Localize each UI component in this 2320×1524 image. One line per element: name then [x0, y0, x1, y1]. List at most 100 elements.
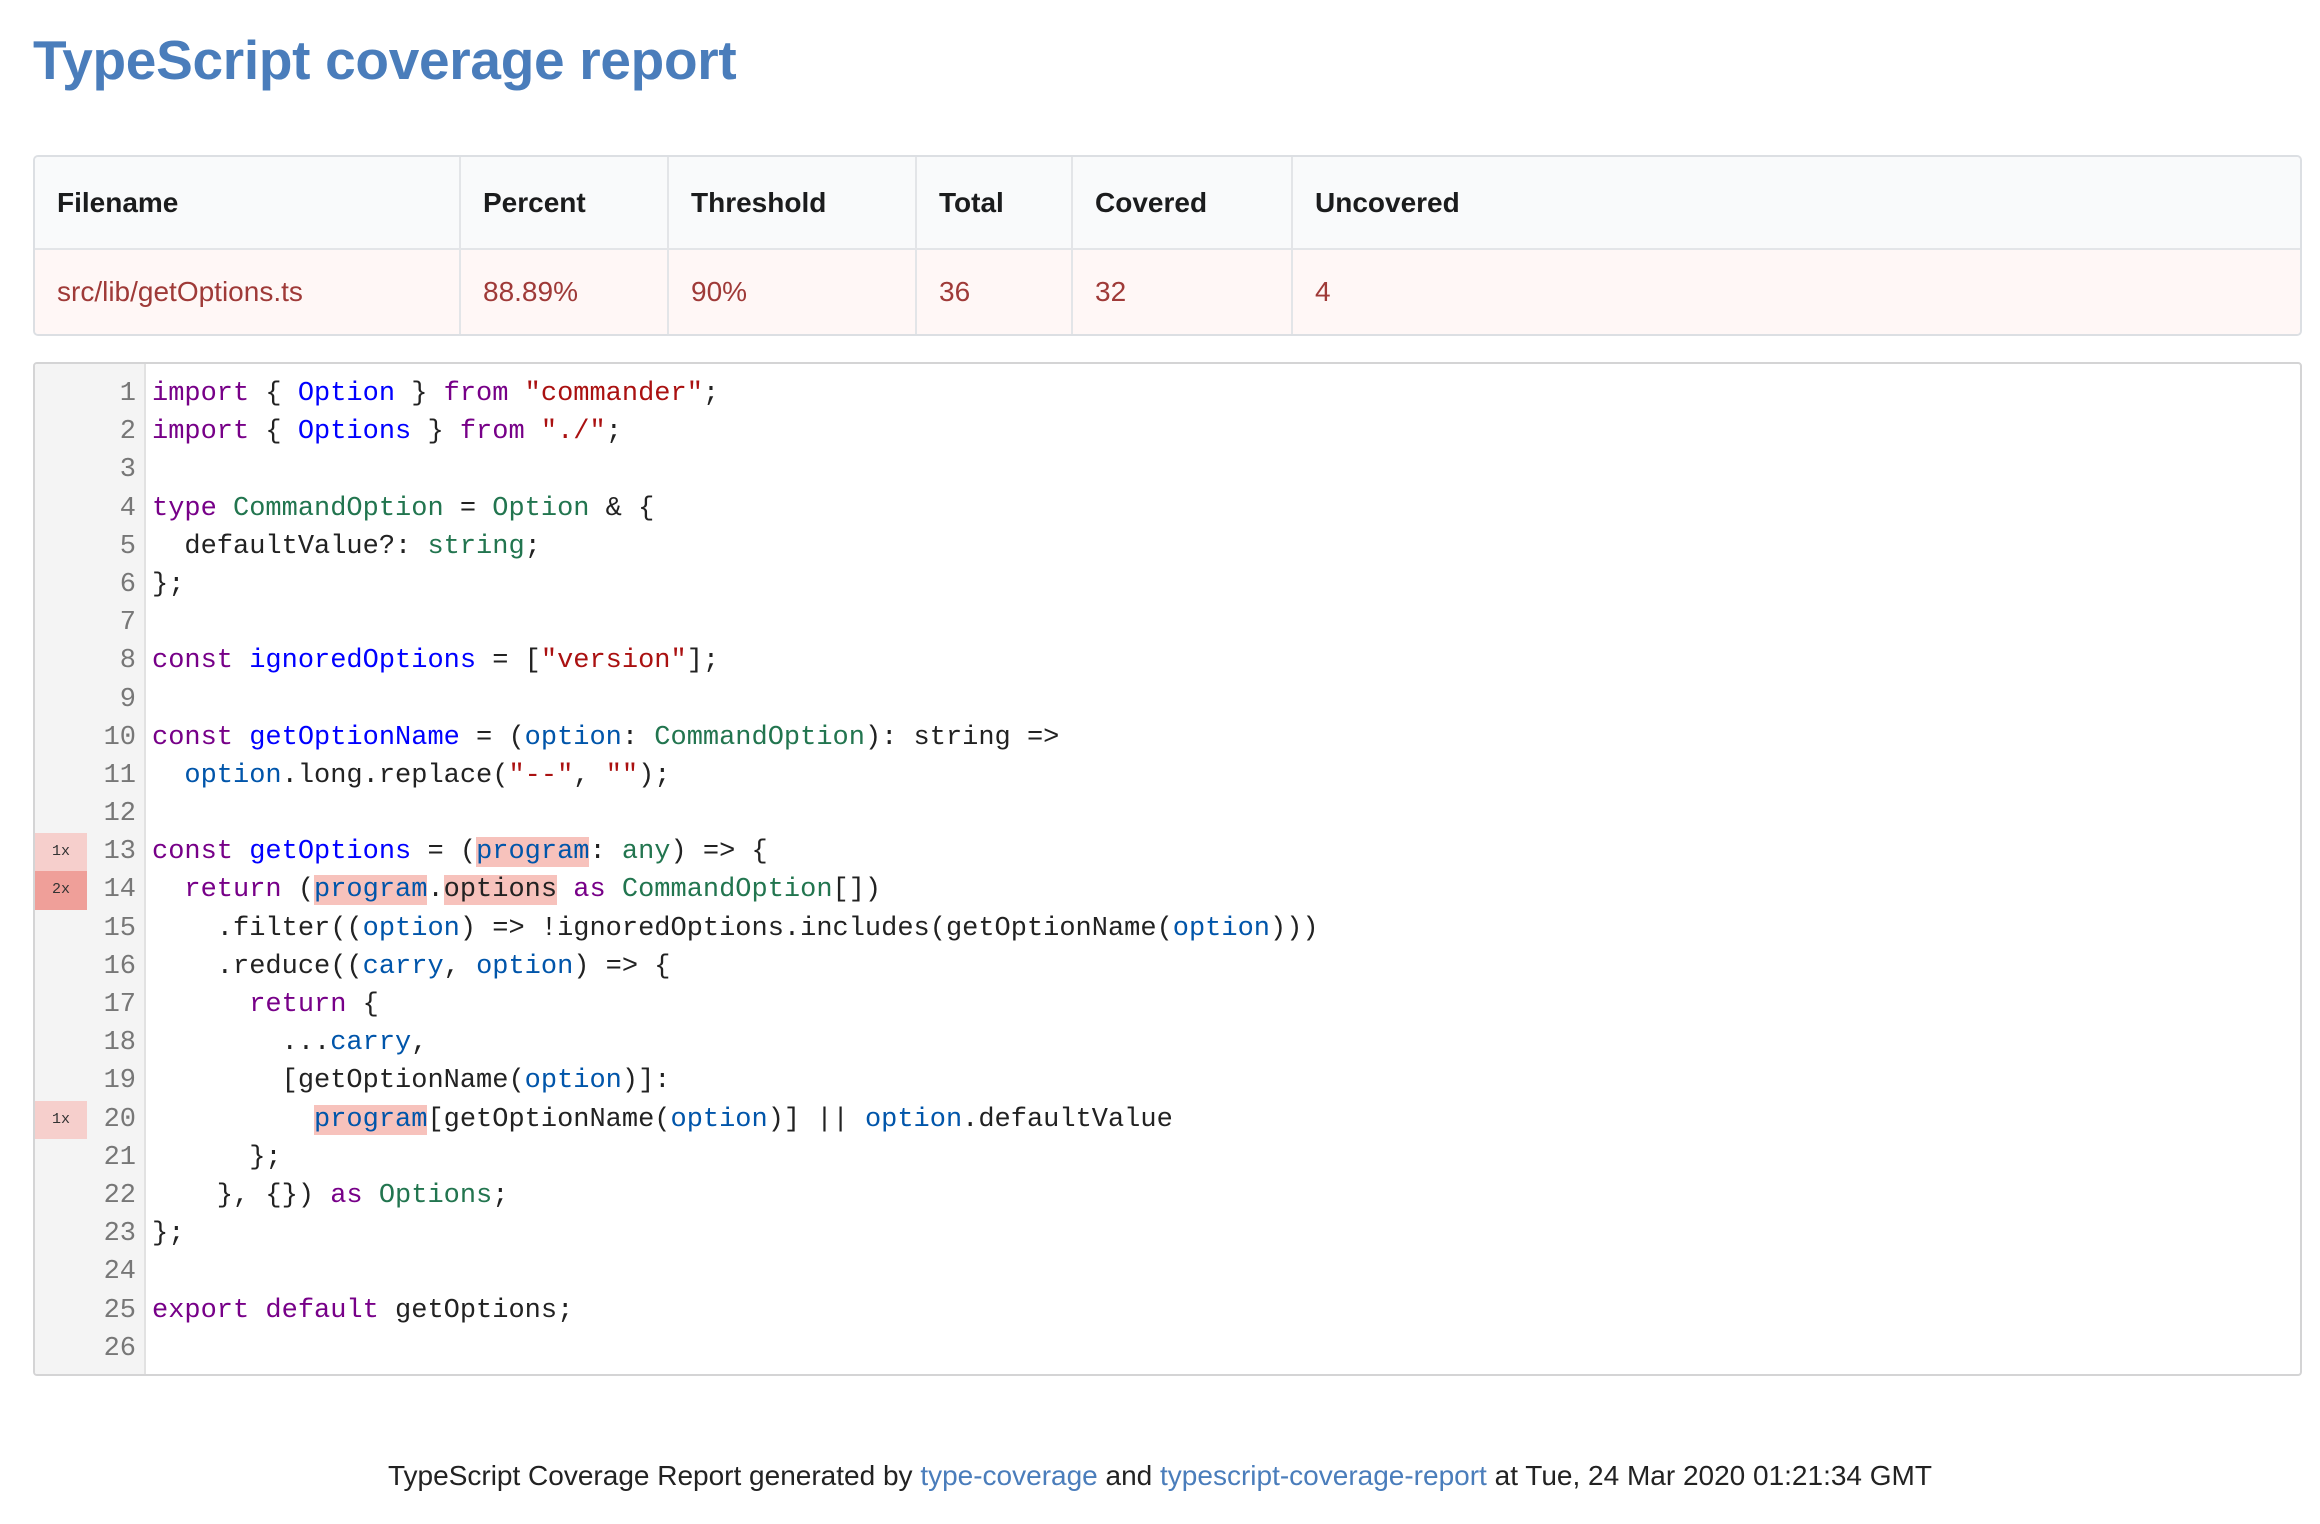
code-line: import { Option } from "commander";: [152, 375, 2300, 413]
hit-count: [35, 1139, 87, 1177]
code-token: return: [184, 875, 282, 906]
column-header-percent[interactable]: Percent: [459, 157, 668, 250]
code-token: getOptionName: [249, 722, 460, 753]
column-header-threshold[interactable]: Threshold: [667, 157, 916, 250]
code-line: type CommandOption = Option & {: [152, 490, 2300, 528]
code-token: defaultValue?:: [152, 531, 428, 562]
code-token: export: [152, 1295, 250, 1326]
hit-count: 1x: [35, 833, 87, 872]
line-number: 23: [103, 1219, 136, 1250]
code-token: };: [152, 569, 185, 600]
table-row: src/lib/getOptions.ts 88.89% 90% 36 32 4: [35, 249, 2300, 334]
uncovered-token: program: [476, 837, 590, 868]
cell-threshold: 90%: [667, 249, 916, 334]
line-number: 7: [119, 608, 136, 639]
line-number: 12: [103, 799, 136, 830]
column-header-filename[interactable]: Filename: [35, 157, 460, 250]
hit-count: [35, 413, 87, 451]
code-token: );: [638, 760, 671, 791]
type-coverage-link[interactable]: type-coverage: [920, 1460, 1097, 1491]
footer-timestamp-text: at Tue, 24 Mar 2020 01:21:34 GMT: [1486, 1460, 1932, 1491]
code-token: }: [395, 379, 444, 409]
code-token: ,: [573, 760, 606, 791]
hit-count: [35, 1292, 87, 1330]
code-token: [getOptionName(: [427, 1104, 671, 1135]
code-token: & {: [589, 493, 655, 524]
code-line: };: [152, 566, 2300, 604]
line-number: 13: [103, 837, 136, 868]
code-token: {: [249, 417, 298, 448]
table-header-row: Filename Percent Threshold Total Covered…: [35, 157, 2300, 250]
line-number: 20: [103, 1104, 136, 1135]
line-number: 11: [103, 760, 136, 791]
code-token: };: [152, 1142, 282, 1173]
code-token: }: [411, 417, 460, 448]
code-token: carry: [362, 951, 444, 982]
code-token: CommandOption: [654, 722, 865, 753]
hit-count: [35, 795, 87, 833]
code-token: =: [443, 493, 493, 524]
hit-count: [35, 1215, 87, 1253]
code-line: const ignoredOptions = ["version"];: [152, 642, 2300, 680]
code-token: )] ||: [767, 1104, 865, 1135]
hit-count-gutter: 1x 2x 1x: [35, 364, 87, 1374]
code-token: {: [249, 379, 298, 409]
code-line: import { Options } from "./";: [152, 413, 2300, 451]
hit-count: 2x: [35, 871, 87, 910]
hit-count: [35, 1253, 87, 1291]
hit-count: [35, 490, 87, 528]
code-token: Option: [297, 379, 396, 409]
code-token: = [: [476, 646, 541, 677]
code-token: option: [476, 951, 574, 982]
hit-count: [35, 757, 87, 795]
code-token: CommandOption: [621, 875, 833, 906]
code-token: const: [152, 646, 234, 677]
code-token: }, {}): [152, 1180, 331, 1211]
code-token: from: [443, 379, 509, 409]
uncovered-token: program: [314, 875, 428, 906]
code-token: .: [427, 875, 444, 906]
code-token: .filter((: [152, 913, 363, 944]
line-number: 24: [103, 1257, 136, 1288]
hit-count: [35, 1024, 87, 1062]
hit-count: [35, 719, 87, 757]
line-number: 3: [119, 455, 136, 486]
code-token: ignoredOptions: [249, 646, 477, 677]
footer-middle-text: and: [1097, 1460, 1161, 1491]
hit-count: [35, 681, 87, 719]
code-line: }, {}) as Options;: [152, 1177, 2300, 1215]
code-token: ];: [686, 646, 720, 677]
code-token: option: [864, 1104, 963, 1135]
line-number: 22: [103, 1180, 136, 1211]
line-number: 18: [103, 1028, 136, 1059]
hit-count: [35, 1062, 87, 1100]
line-number: 8: [119, 646, 136, 677]
typescript-coverage-report-link[interactable]: typescript-coverage-report: [1160, 1460, 1487, 1491]
line-number: 17: [103, 990, 136, 1020]
column-header-covered[interactable]: Covered: [1071, 157, 1292, 250]
code-token: ) => {: [670, 837, 768, 868]
hit-count: [35, 948, 87, 986]
line-number: 15: [103, 913, 136, 944]
code-token: return: [249, 990, 347, 1020]
column-header-uncovered[interactable]: Uncovered: [1291, 157, 2300, 250]
coverage-summary-table: Filename Percent Threshold Total Covered…: [33, 155, 2302, 336]
footer-prefix-text: TypeScript Coverage Report generated by: [388, 1460, 921, 1491]
line-number: 2: [119, 417, 136, 448]
code-line: ...carry,: [152, 1024, 2300, 1062]
code-token: as: [573, 875, 606, 906]
column-header-total[interactable]: Total: [915, 157, 1072, 250]
code-token: option: [1172, 913, 1270, 944]
